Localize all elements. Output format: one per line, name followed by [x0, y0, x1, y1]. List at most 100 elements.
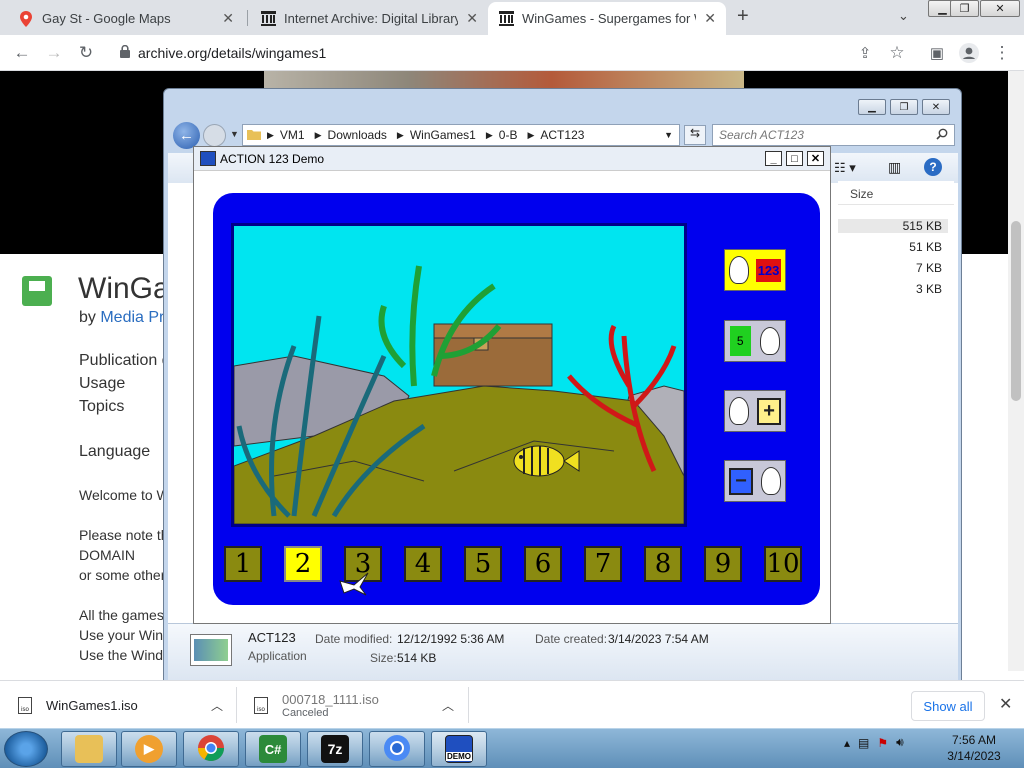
action-center-flag-icon[interactable]: ⚑	[877, 736, 888, 750]
profile-avatar-icon[interactable]	[957, 41, 981, 65]
download-status: Canceled	[282, 706, 329, 719]
side-panel-icon[interactable]: ▣	[925, 41, 949, 65]
taskbar-csharp-button[interactable]: C#	[245, 731, 301, 767]
reload-icon[interactable]: ↻	[74, 41, 98, 65]
menu-kebab-icon[interactable]: ⋮	[990, 41, 1014, 65]
addition-game-button[interactable]: +	[724, 390, 786, 432]
subtraction-game-button[interactable]: −	[724, 460, 786, 502]
number-button-7[interactable]: 7	[584, 546, 622, 582]
close-tab-icon[interactable]: ✕	[222, 10, 234, 27]
bookmark-star-icon[interactable]: ☆	[885, 41, 909, 65]
number-button-6[interactable]: 6	[524, 546, 562, 582]
breadcrumb-wingames1[interactable]: WinGames1	[410, 128, 476, 142]
close-tab-icon[interactable]: ✕	[466, 10, 478, 27]
meta-usage: Usage	[79, 375, 126, 392]
breadcrumb-vm1[interactable]: VM1	[280, 128, 305, 142]
scrollbar-thumb[interactable]	[1011, 221, 1021, 401]
tab-divider	[247, 10, 248, 26]
clock[interactable]: 7:56 AM 3/14/2023	[945, 732, 1003, 764]
details-pane: ACT123 Application Date modified: 12/12/…	[168, 623, 958, 683]
details-file-type: Application	[248, 649, 307, 663]
number-button-10[interactable]: 10	[764, 546, 802, 582]
recent-locations-chevron-icon[interactable]: ▼	[230, 129, 239, 139]
number-button-1[interactable]: 1	[224, 546, 262, 582]
date-created-value: 3/14/2023 7:54 AM	[608, 632, 709, 646]
number-button-5[interactable]: 5	[464, 546, 502, 582]
underwater-scene[interactable]	[231, 223, 687, 527]
tab-title: Gay St - Google Maps	[42, 11, 171, 26]
taskbar-chrome-button[interactable]	[183, 731, 239, 767]
creator-link[interactable]: Media Pr	[100, 309, 164, 326]
explorer-close-button[interactable]: ✕	[922, 99, 950, 115]
tab-wingames[interactable]: WinGames - Supergames for Wi ✕	[488, 2, 726, 35]
number-button-4[interactable]: 4	[404, 546, 442, 582]
help-icon[interactable]: ?	[924, 158, 942, 176]
download-item[interactable]: iso 000718_1111.iso Canceled ︿	[254, 681, 464, 729]
chevron-up-icon[interactable]: ︿	[442, 697, 454, 714]
new-tab-icon[interactable]: +	[737, 5, 749, 28]
volume-icon[interactable]: 🔊︎	[896, 735, 904, 750]
refresh-icon[interactable]: ⇆	[684, 125, 706, 145]
media-player-icon: ▶	[135, 735, 163, 763]
column-header-size[interactable]: Size	[838, 181, 954, 205]
url-text: archive.org/details/wingames1	[138, 45, 327, 61]
explorer-address-bar[interactable]: ▶ VM1 ▶ Downloads ▶ WinGames1 ▶ 0-B ▶ AC…	[242, 124, 680, 146]
folder-icon	[247, 128, 261, 143]
archive-building-icon	[260, 11, 276, 27]
taskbar-chromium-button[interactable]	[369, 731, 425, 767]
maximize-button[interactable]: ❐	[950, 0, 979, 17]
forward-arrow-icon[interactable]: →	[42, 41, 66, 65]
taskbar-7zip-button[interactable]: 7z	[307, 731, 363, 767]
show-hidden-icons-icon[interactable]: ▴	[844, 736, 850, 750]
address-bar[interactable]: archive.org/details/wingames1	[112, 39, 918, 67]
chromium-icon	[383, 734, 411, 765]
tab-google-maps[interactable]: Gay St - Google Maps ✕	[8, 2, 244, 35]
minus-label: −	[729, 467, 753, 495]
preview-pane-icon[interactable]: ▥	[888, 159, 901, 176]
breadcrumb-act123[interactable]: ACT123	[540, 128, 584, 142]
breadcrumb-downloads[interactable]: Downloads	[328, 128, 387, 142]
number-button-9[interactable]: 9	[704, 546, 742, 582]
action123-minimize-button[interactable]: _	[765, 151, 782, 166]
dots-game-button[interactable]: 5	[724, 320, 786, 362]
address-dropdown-icon[interactable]: ▼	[664, 130, 673, 140]
close-downloads-icon[interactable]: ✕	[999, 694, 1012, 714]
tab-internet-archive[interactable]: Internet Archive: Digital Library o ✕	[250, 2, 488, 35]
byline-prefix: by	[79, 309, 101, 326]
start-orb-icon[interactable]	[4, 731, 48, 767]
network-icon[interactable]: ▤	[858, 736, 869, 750]
back-arrow-icon[interactable]: ←	[10, 41, 34, 65]
view-options-icon[interactable]: ☷ ▾	[834, 160, 856, 176]
taskbar-explorer-button[interactable]	[61, 731, 117, 767]
page-scrollbar[interactable]	[1008, 71, 1024, 671]
explorer-minimize-button[interactable]: ▁	[858, 99, 886, 115]
explorer-search-box[interactable]: Search ACT123	[712, 124, 955, 146]
share-icon[interactable]: ⇪	[853, 41, 877, 65]
lock-icon	[120, 44, 130, 61]
counting-game-button[interactable]: 123	[724, 249, 786, 291]
number-button-8[interactable]: 8	[644, 546, 682, 582]
action123-close-button[interactable]: ✕	[807, 151, 824, 166]
explorer-maximize-button[interactable]: ❐	[890, 99, 918, 115]
meta-language: Language	[79, 443, 151, 460]
chrome-icon	[197, 734, 225, 765]
show-all-button[interactable]: Show all	[911, 691, 985, 721]
close-button[interactable]: ✕	[980, 0, 1020, 17]
chevron-up-icon[interactable]: ︿	[211, 697, 223, 714]
date-modified-label: Date modified:	[315, 632, 393, 646]
download-item[interactable]: iso WinGames1.iso ︿	[18, 681, 233, 729]
tab-search-chevron-icon[interactable]: ⌄	[898, 8, 909, 24]
explorer-back-icon[interactable]: ←	[173, 122, 200, 149]
number-button-2[interactable]: 2	[284, 546, 322, 582]
clock-time: 7:56 AM	[951, 733, 997, 747]
rabbit-icon	[760, 467, 781, 495]
close-tab-icon[interactable]: ✕	[704, 10, 716, 27]
explorer-forward-icon[interactable]	[203, 124, 226, 147]
breadcrumb-0-b[interactable]: 0-B	[499, 128, 518, 142]
taskbar-action123-button[interactable]: DEMO	[431, 731, 487, 767]
details-file-name: ACT123	[248, 630, 296, 645]
action123-maximize-button[interactable]: □	[786, 151, 803, 166]
tab-title: WinGames - Supergames for Wi	[522, 11, 697, 26]
google-maps-pin-icon	[18, 10, 34, 27]
taskbar-media-player-button[interactable]: ▶	[121, 731, 177, 767]
